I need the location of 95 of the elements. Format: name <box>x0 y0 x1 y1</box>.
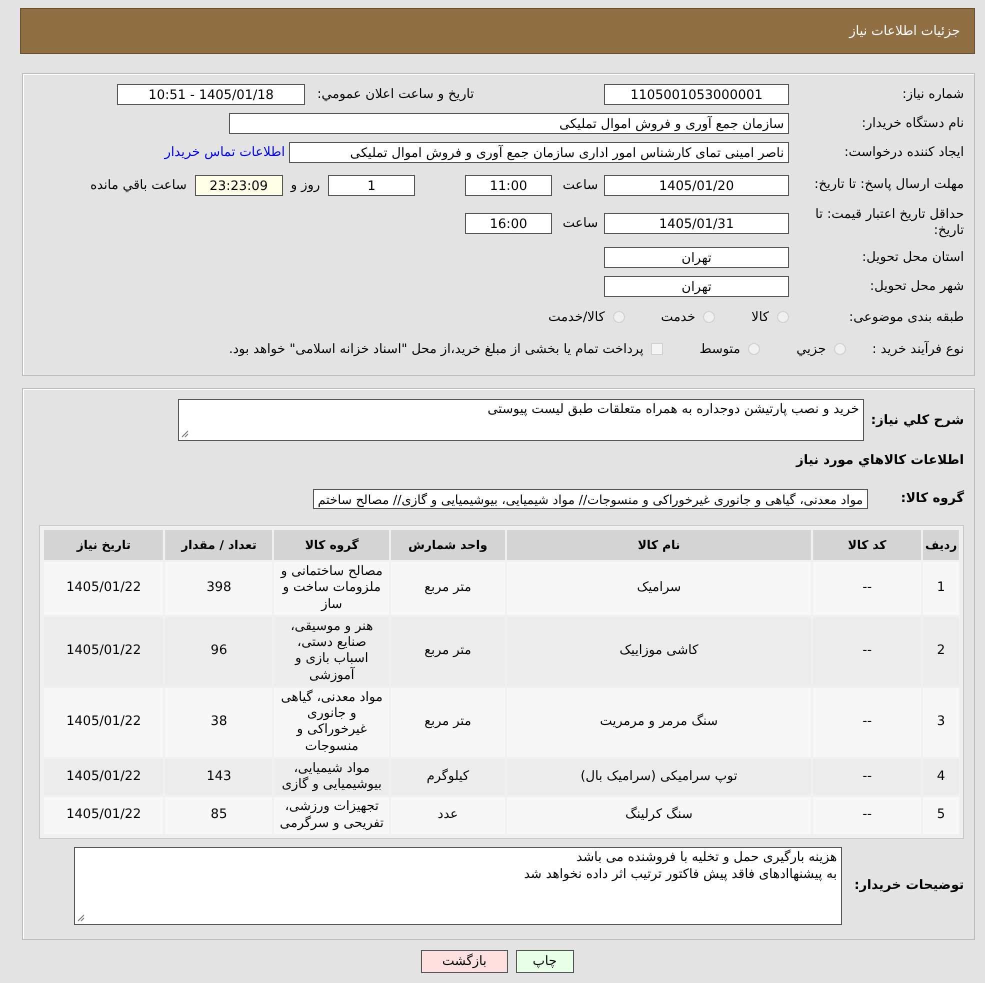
table-cell: مواد معدنی، گیاهی و جانوری غیرخوراکی و منسوجات <box>274 688 390 757</box>
table-cell: سنگ مرمر و مرمریت <box>506 688 812 757</box>
description-text: خرید و نصب پارتیشن دوجداره به همراه متعلقات طبق لیست پیوستی <box>488 402 859 417</box>
table-cell: 1405/01/22 <box>44 562 164 615</box>
notes-field[interactable]: هزینه بارگیری حمل و تخلیه با فروشنده می باشد به پیشنهاادهای فاقد پیش فاکتور ترتیب اثر داده نخواهد شد <box>74 846 842 925</box>
page-title: جزئیات اطلاعات نیاز <box>849 24 960 38</box>
radio-button[interactable] <box>748 343 760 355</box>
table-cell: 96 <box>165 616 272 686</box>
field-label: ایجاد کننده درخواست: <box>843 145 964 160</box>
field-label: طبقه بندی موضوعی: <box>848 310 964 324</box>
input-field[interactable]: 1105001053000001 <box>604 84 789 105</box>
table-cell: -- <box>813 616 922 686</box>
field-label: شماره نیاز: <box>901 87 964 102</box>
table-cell: متر مربع <box>391 688 505 757</box>
field-label: تاریخ و ساعت اعلان عمومي: <box>317 87 474 102</box>
table-cell: تجهیزات ورزشی، تفریحی و سرگرمی <box>274 797 390 834</box>
table-cell: سرامیک <box>506 562 812 615</box>
print-button[interactable]: چاپ <box>516 950 574 973</box>
option-label: متوسط <box>699 342 740 356</box>
field-label: ساعت باقي مانده <box>90 178 187 192</box>
column-header: نام کالا <box>506 530 812 560</box>
table-cell: -- <box>813 758 922 796</box>
resize-grip-icon[interactable] <box>77 914 85 922</box>
table-cell: متر مربع <box>391 562 505 615</box>
column-header: ردیف <box>923 530 959 560</box>
table-cell: 85 <box>165 797 272 834</box>
table-cell: 5 <box>923 797 959 834</box>
table-cell: 1405/01/22 <box>44 797 164 834</box>
radio-button[interactable] <box>834 343 846 355</box>
table-cell: 1405/01/22 <box>44 758 164 796</box>
description-field[interactable]: خرید و نصب پارتیشن دوجداره به همراه متعلقات طبق لیست پیوستی <box>178 399 864 441</box>
table-cell: 1405/01/22 <box>44 616 164 686</box>
input-field[interactable]: 23:23:09 <box>194 174 283 196</box>
table-cell: 38 <box>165 688 272 757</box>
table-cell: کاشی موزاییک <box>506 616 812 686</box>
table-cell: مواد شیمیایی، بیوشیمیایی و گازی <box>274 758 390 796</box>
input-field[interactable]: سازمان جمع آوری و فروش اموال تملیکی <box>229 113 789 134</box>
input-field[interactable]: مواد معدنی، گیاهی و جانوری غیرخوراکی و منسوجات// مواد شیمیایی، بیوشیمیایی و گازی// مصالح ساختم <box>312 488 868 508</box>
field-label: توضیحات خریدار: <box>853 878 964 894</box>
radio-button[interactable] <box>777 311 789 323</box>
field-label: ساعت <box>562 178 598 192</box>
field-label: شرح کلي نیاز: <box>870 412 964 428</box>
option-label: کالا/خدمت <box>548 310 605 324</box>
input-field[interactable]: 1405/01/31 <box>604 212 789 234</box>
field-label: حداقل تاریخ اعتبار قیمت: تا تاریخ: <box>814 207 964 239</box>
column-header: گروه کالا <box>274 530 390 560</box>
input-field[interactable]: 1 <box>328 174 415 196</box>
back-button[interactable]: بازگشت <box>421 950 508 973</box>
checkbox[interactable] <box>651 343 664 355</box>
table-cell: -- <box>813 562 922 615</box>
table-cell: عدد <box>391 797 505 834</box>
input-field[interactable]: 11:00 <box>465 174 552 196</box>
table-cell: توپ سرامیکی (سرامیک بال) <box>506 758 812 796</box>
option-label: پرداخت تمام یا بخشی از مبلغ خرید،از محل "اسناد خزانه اسلامی" خواهد بود. <box>228 342 644 356</box>
option-label: کالا <box>751 310 769 324</box>
field-label: نام دستگاه خریدار: <box>860 116 964 131</box>
table-cell: 3 <box>923 688 959 757</box>
table-cell: هنر و موسیقی، صنایع دستی، اسباب بازی و آموزشی <box>274 616 390 686</box>
column-header: واحد شمارش <box>391 530 505 560</box>
resize-grip-icon[interactable] <box>181 430 189 438</box>
notes-text: هزینه بارگیری حمل و تخلیه با فروشنده می باشد به پیشنهاادهای فاقد پیش فاکتور ترتیب اثر داده نخواهد شد <box>524 850 837 884</box>
table-cell: متر مربع <box>391 616 505 686</box>
input-field[interactable]: تهران <box>604 247 789 268</box>
table-cell: مصالح ساختمانی و ملزومات ساخت و ساز <box>274 562 390 615</box>
column-header: کد کالا <box>813 530 922 560</box>
field-label: استان محل تحویل: <box>861 250 964 265</box>
radio-button[interactable] <box>703 311 716 323</box>
column-header: تاریخ نیاز <box>44 530 164 560</box>
table-cell: 398 <box>165 562 272 615</box>
table-cell: کیلوگرم <box>391 758 505 796</box>
field-label: مهلت ارسال پاسخ: تا تاریخ: <box>813 177 964 193</box>
radio-button[interactable] <box>612 311 625 323</box>
field-label: ساعت <box>562 216 598 230</box>
input-field[interactable]: 1405/01/20 <box>604 174 789 196</box>
option-label: جزيي <box>796 342 826 356</box>
column-header: تعداد / مقدار <box>165 530 272 560</box>
field-label: گروه کالا: <box>900 491 964 506</box>
input-field[interactable]: 1405/01/18 - 10:51 <box>117 84 306 105</box>
input-field[interactable]: ناصر امینی تمای کارشناس امور اداری سازمان جمع آوری و فروش اموال تملیکی <box>289 142 789 163</box>
table-cell: 4 <box>923 758 959 796</box>
table-cell: 143 <box>165 758 272 796</box>
table-cell: 1 <box>923 562 959 615</box>
input-field[interactable]: 16:00 <box>465 212 552 234</box>
option-label: خدمت <box>660 310 696 324</box>
input-field[interactable]: تهران <box>604 276 789 297</box>
field-label: نوع فرآیند خرید : <box>871 342 964 356</box>
section-heading: اطلاعات کالاهاي مورد نیاز <box>794 453 964 468</box>
table-cell: سنگ کرلینگ <box>506 797 812 834</box>
table-cell: -- <box>813 688 922 757</box>
contact-link[interactable]: اطلاعات تماس خریدار <box>164 145 285 160</box>
field-label: روز و <box>290 178 320 192</box>
table-cell: 2 <box>923 616 959 686</box>
field-label: شهر محل تحویل: <box>868 279 964 294</box>
table-cell: -- <box>813 797 922 834</box>
table-cell: 1405/01/22 <box>44 688 164 757</box>
